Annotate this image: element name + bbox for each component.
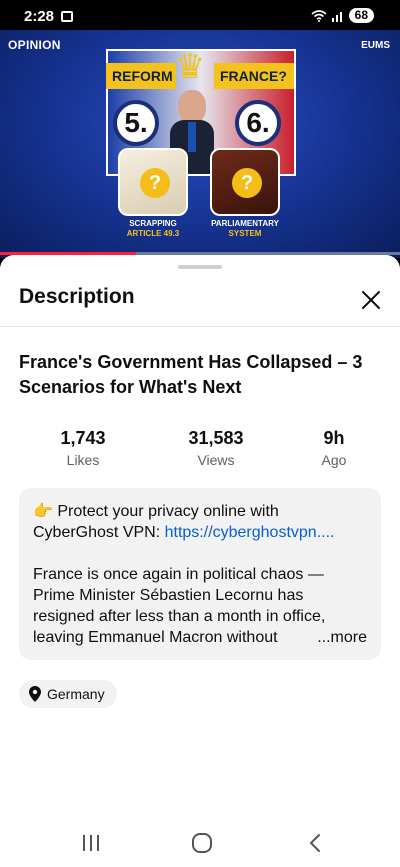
home-button[interactable] <box>184 828 220 858</box>
number-badge-right: 6. <box>235 100 281 146</box>
number-badge-left: 5. <box>113 100 159 146</box>
battery-indicator: 68 <box>348 8 374 23</box>
show-more-button[interactable]: ...more <box>287 627 367 648</box>
wifi-icon <box>311 9 327 22</box>
thumbnail-banner-right: FRANCE? <box>214 63 294 89</box>
recents-icon <box>83 835 99 851</box>
screen-record-icon <box>61 11 73 22</box>
channel-watermark: EUMS <box>361 40 390 51</box>
video-corner-label: OPINION <box>8 38 61 52</box>
tile-caption-left: SCRAPPING ARTICLE 49.3 <box>126 219 180 238</box>
sheet-title: Description <box>19 285 135 308</box>
description-sheet: Description France's Government Has Coll… <box>0 255 400 822</box>
promo-link[interactable]: https://cyberghostvpn.... <box>165 524 335 541</box>
stat-views: 31,583 Views <box>188 428 244 468</box>
close-icon <box>362 291 380 309</box>
tile-caption-right: PARLIAMENTARY SYSTEM <box>211 219 279 238</box>
home-icon <box>192 833 212 853</box>
recents-button[interactable] <box>73 828 109 858</box>
scenario-tile-left: ? <box>118 148 188 216</box>
crown-icon: ♛ <box>174 48 206 86</box>
close-button[interactable] <box>357 286 385 314</box>
back-button[interactable] <box>297 828 333 858</box>
scenario-tile-right: ? <box>210 148 280 216</box>
status-time: 2:28 <box>24 8 55 25</box>
video-stats: 1,743 Likes 31,583 Views 9h Ago <box>0 427 400 471</box>
drag-handle[interactable] <box>178 265 222 269</box>
location-chip[interactable]: Germany <box>19 680 117 708</box>
question-mark-icon: ? <box>232 168 262 198</box>
question-mark-icon: ? <box>140 168 170 198</box>
status-bar: 2:28 68 <box>0 0 400 30</box>
stat-age: 9h Ago <box>321 428 347 468</box>
description-box[interactable]: 👉 Protect your privacy online with Cyber… <box>19 488 381 660</box>
location-label: Germany <box>47 686 105 702</box>
stat-likes: 1,743 Likes <box>60 428 106 468</box>
video-title: France's Government Has Collapsed – 3 Sc… <box>19 352 363 397</box>
back-icon <box>309 834 320 852</box>
video-player[interactable]: OPINION EUMS REFORM FRANCE? ♛ 5. 6. ? ? … <box>0 30 400 258</box>
signal-icon <box>331 11 342 22</box>
location-pin-icon <box>29 686 41 702</box>
system-navigation-bar <box>0 822 400 867</box>
pointing-hand-icon: 👉 <box>33 503 53 520</box>
status-icons: 68 <box>311 8 374 23</box>
description-body: France is once again in political chaos … <box>33 566 367 648</box>
divider <box>0 326 400 327</box>
promo-line: 👉 Protect your privacy online with Cyber… <box>33 501 367 543</box>
